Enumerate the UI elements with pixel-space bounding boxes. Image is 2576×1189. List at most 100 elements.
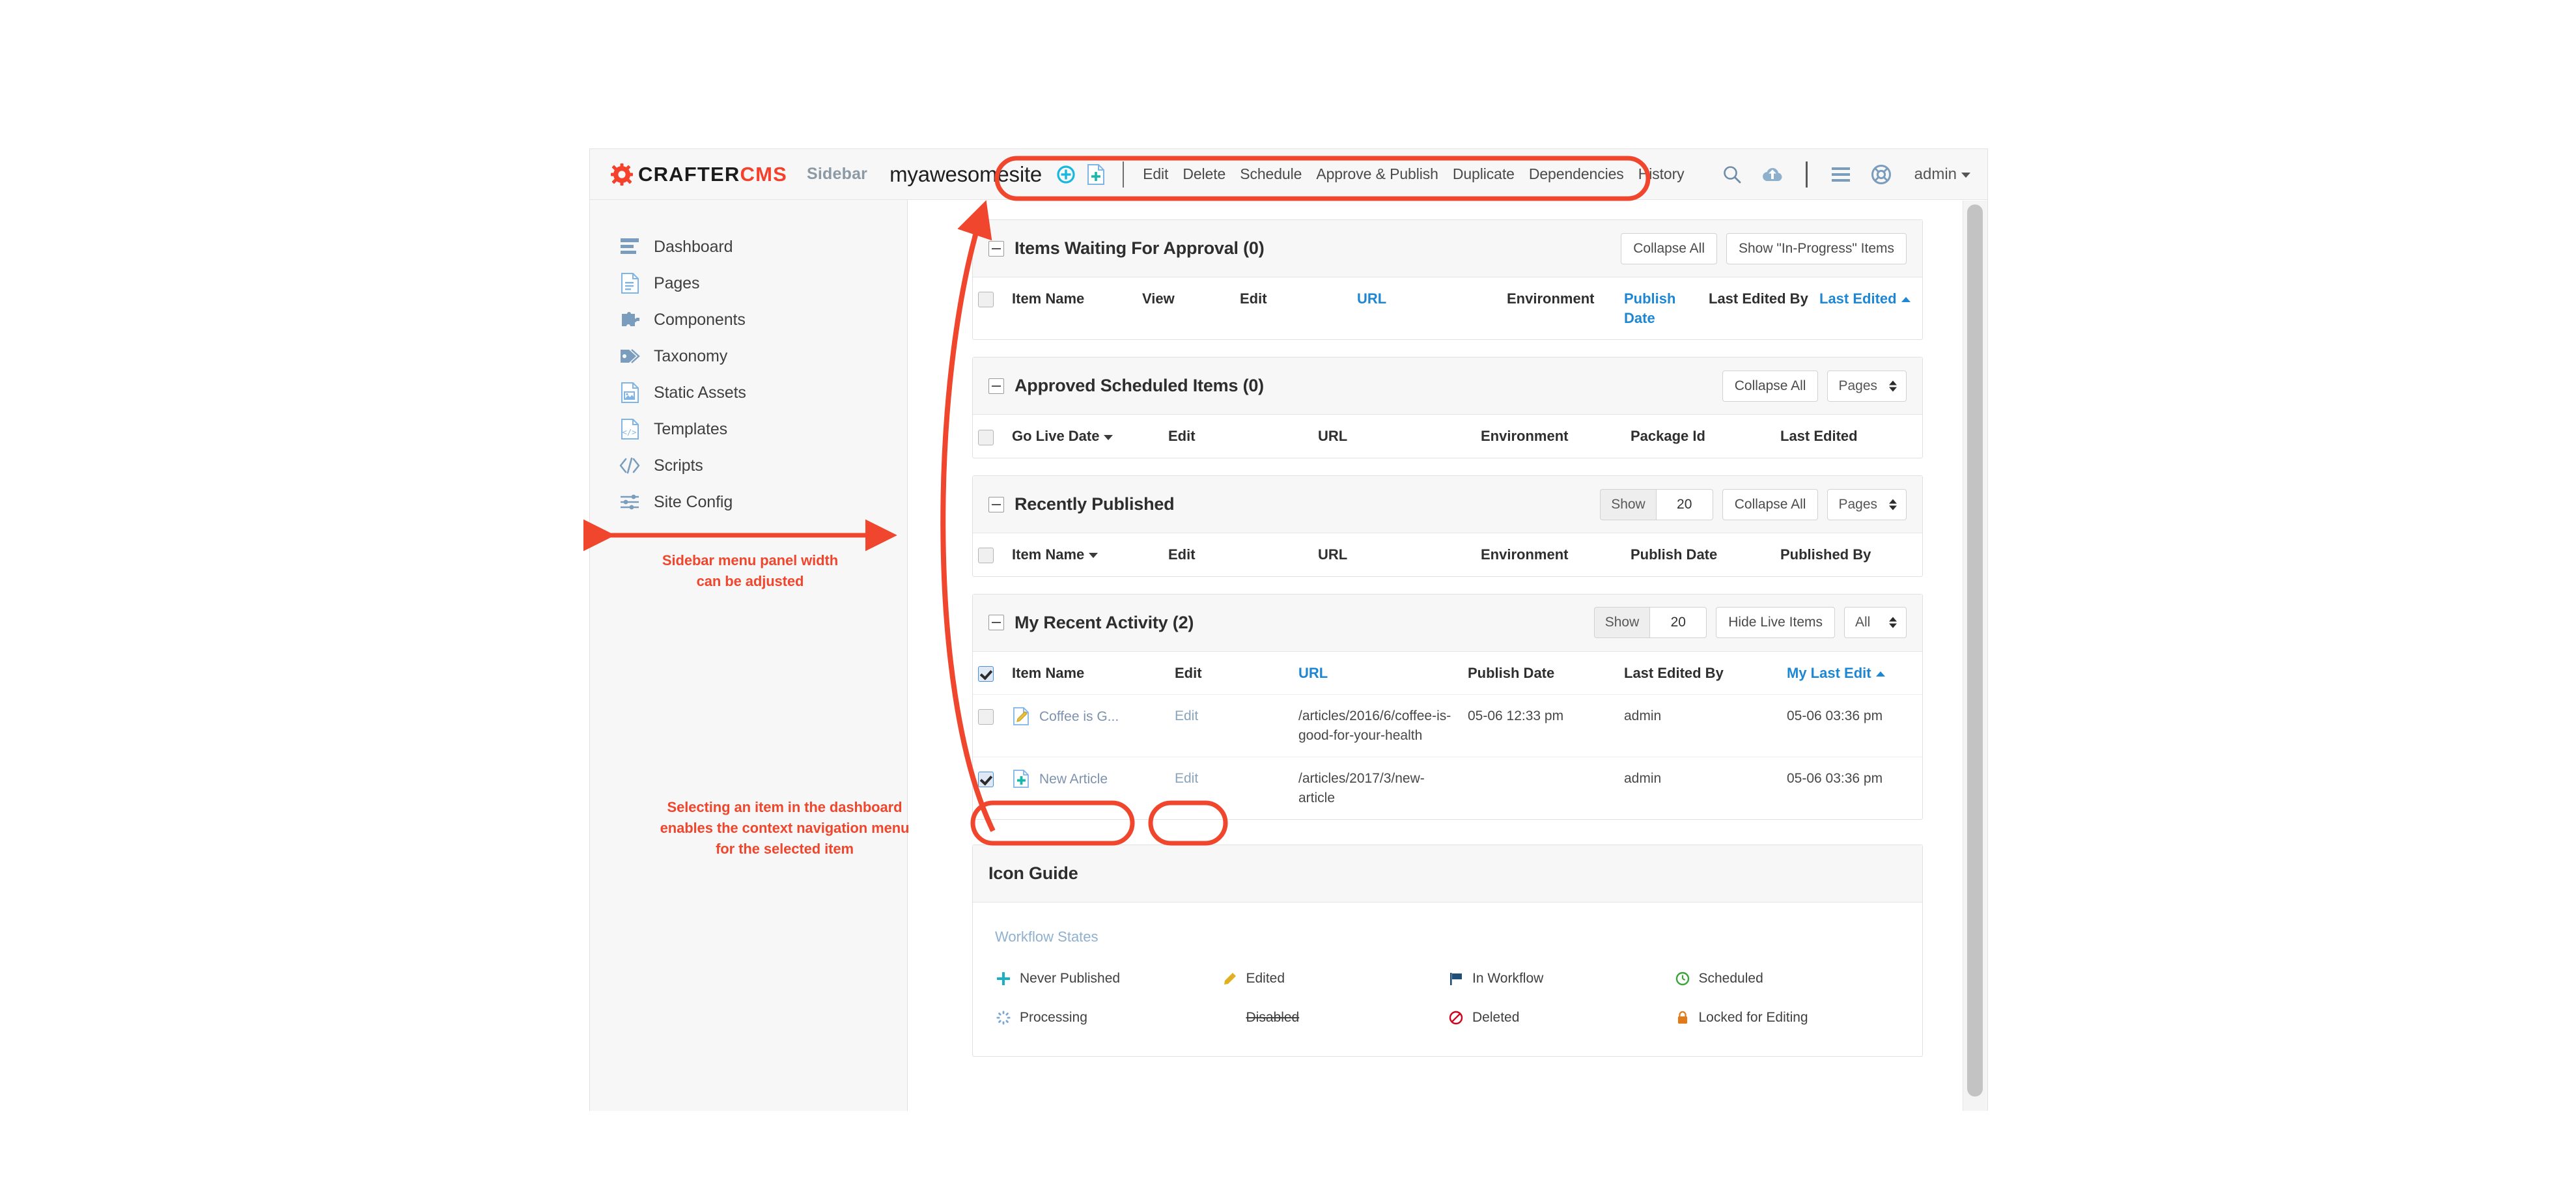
column-publish-date[interactable]: Publish Date [1619,277,1703,339]
item-name-link[interactable]: Coffee is G... [1039,707,1119,726]
cloud-upload-icon[interactable] [1752,154,1793,195]
column-published-by[interactable]: Published By [1775,533,1922,576]
column-publish-date[interactable]: Publish Date [1463,652,1619,695]
collapse-all-button[interactable]: Collapse All [1621,232,1717,264]
column-item-name[interactable]: Item Name [1007,277,1137,339]
panel-header: My Recent Activity (2) Show 20 Hide Live… [973,594,1922,652]
context-menu-item-approve-publish[interactable]: Approve & Publish [1309,165,1446,183]
sidebar-item-label: Site Config [654,492,733,511]
select-all-checkbox[interactable] [978,292,994,308]
column-last-edited-by[interactable]: Last Edited By [1619,652,1782,695]
sidebar-item-templates[interactable]: </> Templates [590,411,907,447]
screenshot-stage: CRAFTERCMS Sidebar myawesomesite Edit De… [0,0,2576,1189]
row-checkbox[interactable] [978,708,994,725]
column-edit[interactable]: Edit [1163,415,1313,458]
column-my-last-edit[interactable]: My Last Edit [1782,652,1922,695]
collapse-all-button[interactable]: Collapse All [1722,488,1819,520]
panel-title: My Recent Activity (2) [1015,612,1194,632]
sidebar-item-site-config[interactable]: Site Config [590,484,907,520]
column-edit[interactable]: Edit [1169,652,1293,695]
vertical-scrollbar-track[interactable] [1963,201,1987,1111]
hamburger-menu-icon[interactable] [1821,154,1861,195]
edit-link[interactable]: Edit [1175,708,1198,723]
column-last-edited[interactable]: Last Edited [1814,277,1922,339]
select-all-checkbox[interactable] [978,429,994,445]
column-environment[interactable]: Environment [1476,533,1625,576]
column-url[interactable]: URL [1313,415,1476,458]
content-type-select[interactable]: All [1844,607,1907,639]
column-url[interactable]: URL [1313,533,1476,576]
collapse-toggle-icon[interactable] [988,615,1004,631]
column-go-live-date[interactable]: Go Live Date [1007,415,1163,458]
table-row[interactable]: Coffee is G... Edit /articles/2016/6/cof… [973,694,1922,757]
plus-icon [995,970,1012,987]
column-url[interactable]: URL [1293,652,1463,695]
help-lifebuoy-icon[interactable] [1861,154,1901,195]
select-all-checkbox[interactable] [978,548,994,564]
table-row[interactable]: New Article Edit /articles/2017/3/new-ar… [973,757,1922,819]
tag-icon [619,345,641,367]
show-in-progress-items-button[interactable]: Show "In-Progress" Items [1726,232,1907,264]
annotation-line: Sidebar menu panel width [662,552,839,568]
panel-tools: Collapse All Show "In-Progress" Items [1621,232,1907,264]
context-menu-item-edit[interactable]: Edit [1136,165,1175,183]
collapse-all-button[interactable]: Collapse All [1722,370,1819,402]
sidebar-menu-panel: Dashboard Pages Components Taxonomy Stat… [590,200,908,1111]
column-publish-date[interactable]: Publish Date [1625,533,1775,576]
cell-item-name: Coffee is G... [1007,694,1169,757]
column-last-edited[interactable]: Last Edited [1775,415,1922,458]
context-menu-item-history[interactable]: History [1631,165,1692,183]
hide-live-items-button[interactable]: Hide Live Items [1716,607,1835,639]
search-icon[interactable] [1712,154,1752,195]
column-item-name[interactable]: Item Name [1007,533,1163,576]
sidebar-item-taxonomy[interactable]: Taxonomy [590,338,907,374]
brand-name-primary: CRAFTER [638,163,740,186]
show-count-input[interactable]: 20 [1649,607,1707,639]
column-view[interactable]: View [1137,277,1235,339]
sidebar-item-static-assets[interactable]: Static Assets [590,374,907,411]
select-all-checkbox[interactable] [978,665,994,682]
show-count-input[interactable]: 20 [1655,488,1713,520]
new-content-page-icon[interactable] [1081,160,1111,189]
column-environment[interactable]: Environment [1502,277,1619,339]
collapse-toggle-icon[interactable] [988,240,1004,257]
annotation-sidebar-width-text: Sidebar menu panel width can be adjusted [609,550,891,592]
content-type-select[interactable]: Pages [1827,370,1907,402]
column-url[interactable]: URL [1352,277,1502,339]
row-checkbox[interactable] [978,771,994,787]
select-arrows-icon [1889,617,1897,628]
vertical-scrollbar-thumb[interactable] [1967,204,1983,1097]
collapse-toggle-icon[interactable] [988,496,1004,512]
edit-link[interactable]: Edit [1175,771,1198,786]
sidebar-item-scripts[interactable]: Scripts [590,447,907,484]
guide-entry-label: Never Published [1020,971,1121,986]
guide-entry-label: Scheduled [1698,971,1763,986]
item-name-link[interactable]: New Article [1039,770,1108,789]
user-menu[interactable]: admin [1914,165,1970,184]
collapse-toggle-icon[interactable] [988,378,1004,394]
sidebar-item-pages[interactable]: Pages [590,265,907,301]
column-package-id[interactable]: Package Id [1625,415,1775,458]
toolbar-divider [1123,161,1125,188]
column-environment[interactable]: Environment [1476,415,1625,458]
sidebar-toggle-label[interactable]: Sidebar [807,165,867,184]
sidebar-item-dashboard[interactable]: Dashboard [590,229,907,265]
panel-recently-published: Recently Published Show 20 Collapse All … [972,475,1923,577]
annotation-line: Selecting an item in the dashboard [667,799,903,815]
panel-tools: Show 20 Collapse All Pages [1600,488,1907,520]
select-arrows-icon [1889,499,1897,511]
column-edit[interactable]: Edit [1163,533,1313,576]
column-last-edited-by[interactable]: Last Edited By [1703,277,1814,339]
column-edit[interactable]: Edit [1235,277,1352,339]
target-plus-icon[interactable] [1051,160,1081,189]
crafter-cms-logo[interactable]: CRAFTERCMS [611,163,787,186]
site-name-label[interactable]: myawesomesite [889,162,1042,187]
top-bar-divider [1805,161,1808,188]
context-menu-item-delete[interactable]: Delete [1175,165,1233,183]
context-menu-item-dependencies[interactable]: Dependencies [1522,165,1631,183]
content-type-select[interactable]: Pages [1827,488,1907,520]
context-menu-item-duplicate[interactable]: Duplicate [1446,165,1522,183]
column-item-name[interactable]: Item Name [1007,652,1169,695]
context-menu-item-schedule[interactable]: Schedule [1233,165,1309,183]
sidebar-item-components[interactable]: Components [590,301,907,338]
